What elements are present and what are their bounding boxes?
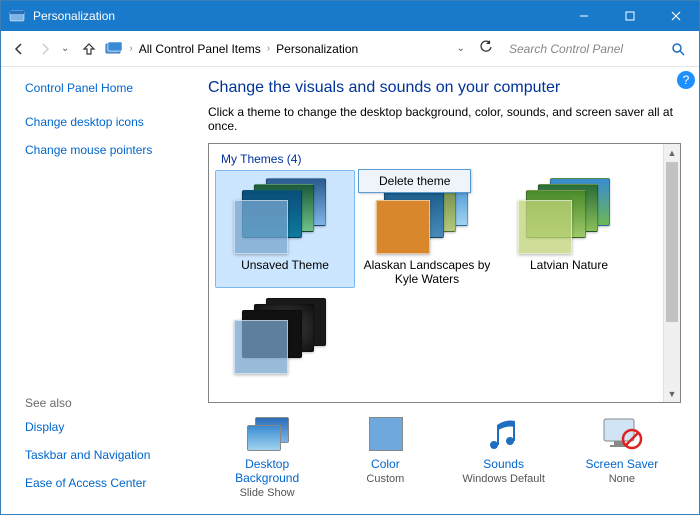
window-title: Personalization — [33, 9, 561, 23]
search-input[interactable] — [505, 37, 665, 61]
breadcrumb[interactable]: › All Control Panel Items › Personalizat… — [105, 40, 499, 57]
chevron-icon[interactable]: › — [127, 43, 134, 54]
my-themes-header: My Themes (4) — [221, 152, 674, 166]
theme-thumbnail — [514, 174, 624, 254]
theme-item[interactable] — [215, 290, 355, 380]
color-sub: Custom — [366, 473, 404, 485]
sounds-icon — [480, 415, 528, 453]
sidebar: Control Panel Home Change desktop icons … — [1, 67, 196, 514]
screen-saver-item[interactable]: Screen Saver None — [567, 415, 677, 499]
scroll-down-button[interactable]: ▼ — [664, 385, 680, 402]
help-icon[interactable]: ? — [677, 71, 695, 89]
theme-label: Alaskan Landscapes by Kyle Waters — [359, 258, 495, 286]
control-panel-home-link[interactable]: Control Panel Home — [25, 81, 186, 95]
close-button[interactable] — [653, 1, 699, 31]
change-desktop-icons-link[interactable]: Change desktop icons — [25, 115, 186, 129]
screen-saver-icon — [598, 415, 646, 453]
desktop-background-icon — [243, 415, 291, 453]
back-button[interactable] — [9, 39, 29, 59]
theme-item-unsaved[interactable]: Unsaved Theme — [215, 170, 355, 288]
page-title: Change the visuals and sounds on your co… — [208, 79, 681, 97]
refresh-button[interactable] — [479, 40, 493, 57]
maximize-button[interactable] — [607, 1, 653, 31]
desktop-background-item[interactable]: Desktop Background Slide Show — [212, 415, 322, 499]
change-mouse-pointers-link[interactable]: Change mouse pointers — [25, 143, 186, 157]
scroll-up-button[interactable]: ▲ — [664, 144, 680, 161]
theme-item-latvian[interactable]: Latvian Nature — [499, 170, 639, 288]
sounds-label: Sounds — [449, 457, 559, 471]
history-dropdown[interactable]: ⌄ — [61, 43, 69, 54]
display-link[interactable]: Display — [25, 420, 186, 434]
breadcrumb-item[interactable]: All Control Panel Items — [139, 42, 261, 56]
breadcrumb-dropdown[interactable]: ⌄ — [457, 43, 465, 54]
scroll-thumb[interactable] — [666, 162, 678, 322]
control-panel-icon — [105, 41, 123, 57]
context-menu: Delete theme — [358, 169, 471, 193]
color-label: Color — [330, 457, 440, 471]
main-panel: ? Change the visuals and sounds on your … — [196, 67, 699, 514]
desktop-background-sub: Slide Show — [240, 487, 295, 499]
scrollbar[interactable]: ▲ ▼ — [663, 144, 680, 402]
theme-thumbnail — [230, 294, 340, 374]
breadcrumb-item[interactable]: Personalization — [276, 42, 358, 56]
toolbar: ⌄ › All Control Panel Items › Personaliz… — [1, 31, 699, 67]
theme-thumbnail — [230, 174, 340, 254]
chevron-icon[interactable]: › — [265, 43, 272, 54]
minimize-button[interactable] — [561, 1, 607, 31]
titlebar: Personalization — [1, 1, 699, 31]
theme-label: Latvian Nature — [501, 258, 637, 272]
screen-saver-sub: None — [609, 473, 635, 485]
ease-of-access-link[interactable]: Ease of Access Center — [25, 476, 186, 490]
delete-theme-menuitem[interactable]: Delete theme — [379, 174, 450, 188]
see-also-label: See also — [25, 396, 186, 410]
color-icon — [361, 415, 409, 453]
up-button[interactable] — [79, 39, 99, 59]
personalization-icon — [9, 8, 25, 24]
search-icon[interactable] — [671, 42, 685, 56]
theme-label: Unsaved Theme — [217, 258, 353, 272]
color-item[interactable]: Color Custom — [330, 415, 440, 499]
sounds-item[interactable]: Sounds Windows Default — [449, 415, 559, 499]
page-subtitle: Click a theme to change the desktop back… — [208, 105, 681, 133]
forward-button[interactable] — [35, 39, 55, 59]
settings-row: Desktop Background Slide Show Color Cust… — [208, 415, 681, 499]
sounds-sub: Windows Default — [462, 473, 545, 485]
desktop-background-label: Desktop Background — [212, 457, 322, 485]
screen-saver-label: Screen Saver — [567, 457, 677, 471]
taskbar-navigation-link[interactable]: Taskbar and Navigation — [25, 448, 186, 462]
